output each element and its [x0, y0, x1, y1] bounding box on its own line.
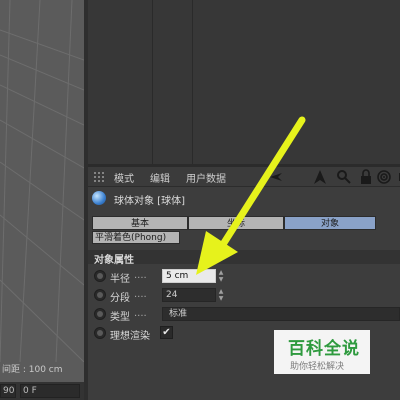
- frame-start-field[interactable]: 90: [0, 384, 16, 398]
- animate-toggle[interactable]: [94, 308, 106, 320]
- attribute-menubar: 模式 编辑 用户数据: [88, 167, 400, 187]
- watermark-subtitle: 助你轻松解决: [290, 362, 345, 372]
- timeline-strip: 90 0 F: [0, 382, 84, 400]
- segments-stepper[interactable]: ▲ ▼: [216, 288, 226, 302]
- radius-label: 半径: [110, 274, 130, 285]
- back-arrow-icon[interactable]: [268, 169, 284, 185]
- segments-input[interactable]: 24: [162, 288, 216, 302]
- type-dots: ....: [134, 308, 147, 319]
- section-title: 对象属性: [94, 255, 134, 266]
- viewport-grid: [0, 0, 84, 362]
- render-perfect-checkbox[interactable]: ✔: [160, 326, 173, 339]
- tab-basic[interactable]: 基本: [92, 216, 188, 230]
- attribute-tabs: 基本 坐标 对象: [92, 216, 396, 230]
- object-title: 球体对象 [球体]: [114, 196, 185, 207]
- menu-mode[interactable]: 模式: [114, 170, 134, 185]
- segments-label: 分段: [110, 293, 130, 304]
- lock-icon[interactable]: [358, 169, 374, 185]
- segments-dots: ....: [134, 289, 147, 300]
- object-header: 球体对象 [球体]: [88, 189, 400, 207]
- type-property: 类型 .... 标准: [88, 306, 400, 323]
- radius-input[interactable]: 5 cm: [162, 269, 216, 283]
- radius-dots: ....: [134, 270, 147, 281]
- cursor-arrow-icon[interactable]: [312, 169, 328, 185]
- menu-edit[interactable]: 编辑: [150, 170, 170, 185]
- search-icon[interactable]: [336, 169, 352, 185]
- object-manager-panel: [88, 0, 400, 164]
- menu-user-data[interactable]: 用户数据: [186, 170, 226, 185]
- type-select[interactable]: 标准: [162, 307, 400, 321]
- animate-toggle[interactable]: [94, 270, 106, 282]
- watermark-title: 百科全说: [288, 339, 360, 359]
- column-divider: [192, 0, 193, 164]
- segments-property: 分段 .... 24 ▲ ▼: [88, 287, 400, 304]
- target-icon[interactable]: [376, 169, 392, 185]
- animate-toggle[interactable]: [94, 289, 106, 301]
- grid-spacing-label: 间距 : 100 cm: [2, 365, 63, 375]
- 3d-viewport[interactable]: 间距 : 100 cm: [0, 0, 84, 382]
- type-label: 类型: [110, 312, 130, 323]
- radius-stepper[interactable]: ▲ ▼: [216, 269, 226, 283]
- column-divider: [152, 0, 153, 164]
- sphere-icon: [92, 191, 106, 205]
- watermark: 百科全说 助你轻松解决: [274, 330, 370, 374]
- section-header: 对象属性: [88, 250, 400, 266]
- tab-phong[interactable]: 平滑着色(Phong): [92, 231, 180, 244]
- tab-object[interactable]: 对象: [284, 216, 376, 230]
- render-perfect-label: 理想渲染: [110, 331, 150, 342]
- current-frame-field[interactable]: 0 F: [20, 384, 80, 398]
- radius-property: 半径 .... 5 cm ▲ ▼: [88, 268, 400, 285]
- panel-grip-icon[interactable]: [93, 171, 105, 183]
- animate-toggle[interactable]: [94, 327, 106, 339]
- add-icon[interactable]: [392, 169, 400, 185]
- tab-coord[interactable]: 坐标: [188, 216, 284, 230]
